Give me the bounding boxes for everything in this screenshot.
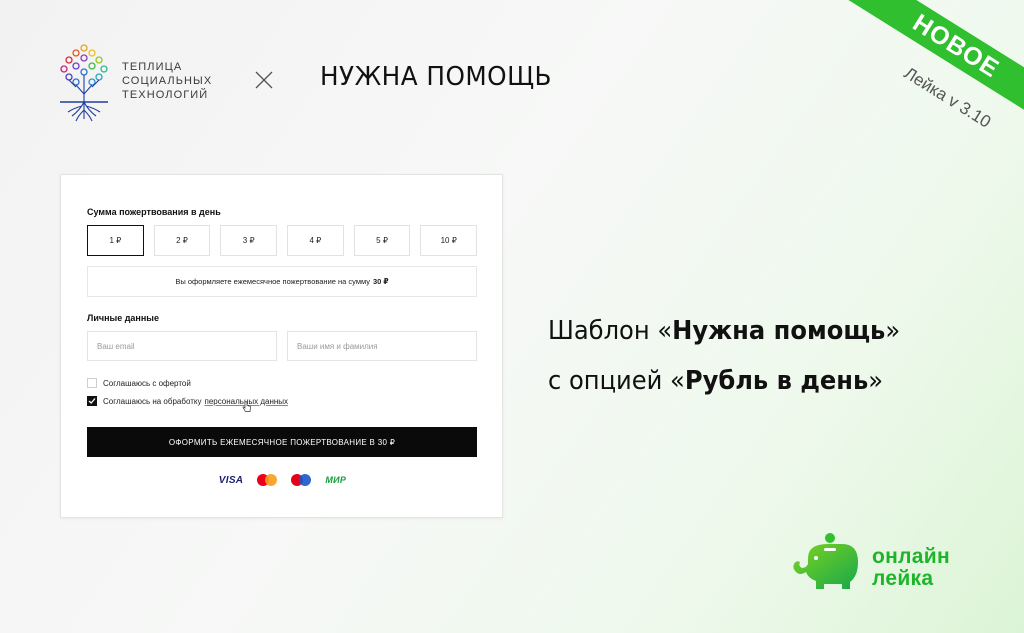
piggy-elephant-logo-icon — [793, 533, 858, 589]
visa-icon: VISA — [218, 474, 244, 486]
personal-checkbox[interactable] — [87, 396, 97, 406]
online-leyka-wordmark: онлайн лейка — [872, 546, 950, 590]
mir-icon: МИР — [325, 475, 347, 485]
headline-text: Шаблон « — [548, 316, 673, 346]
donation-form-card: Сумма пожертвования в день 1 ₽ 2 ₽ 3 ₽ 4… — [60, 174, 503, 518]
teplica-line: ТЕХНОЛОГИЙ — [122, 89, 209, 101]
checkmark-icon — [88, 398, 96, 404]
new-ribbon: НОВОЕ Лейка v 3.10 — [764, 0, 1024, 190]
amount-option-3[interactable]: 3 ₽ — [220, 225, 278, 256]
ribbon-label: НОВОЕ — [827, 0, 1024, 136]
teplica-wordmark: ТЕПЛИЦА СОЦИАЛЬНЫХ ТЕХНОЛОГИЙ — [122, 60, 212, 102]
teplica-line: ТЕПЛИЦА — [122, 61, 183, 73]
hand-cursor-icon — [242, 401, 251, 412]
mastercard-icon — [257, 474, 278, 486]
headline-text: » — [885, 316, 901, 346]
summary-text: Вы оформляете ежемесячное пожертвование … — [175, 277, 370, 286]
offer-consent-label: Соглашаюсь с офертой — [103, 378, 191, 388]
personal-consent-row[interactable]: Соглашаюсь на обработку персональных дан… — [87, 396, 288, 406]
offer-checkbox[interactable] — [87, 378, 97, 388]
amount-option-4[interactable]: 4 ₽ — [287, 225, 344, 256]
amount-options: 1 ₽ 2 ₽ 3 ₽ 4 ₽ 5 ₽ 10 ₽ — [87, 225, 478, 256]
headline-line-2: с опцией «Рубль в день» — [548, 356, 900, 406]
amount-option-10[interactable]: 10 ₽ — [420, 225, 478, 256]
headline-line-1: Шаблон «Нужна помощь» — [548, 306, 900, 356]
headline-bold: Рубль в день — [684, 366, 869, 396]
amount-section-label: Сумма пожертвования в день — [87, 207, 221, 217]
amount-option-1[interactable]: 1 ₽ — [87, 225, 144, 256]
summary-amount: 30 ₽ — [372, 277, 389, 286]
personal-consent-label: Соглашаюсь на обработку — [103, 396, 202, 406]
payment-methods: VISA МИР — [61, 474, 504, 486]
headline-text: с опцией « — [548, 366, 685, 396]
cross-separator-icon — [255, 71, 273, 89]
amount-option-5[interactable]: 5 ₽ — [353, 225, 411, 256]
brand-line: онлайн — [872, 545, 950, 568]
headline: Шаблон «Нужна помощь» с опцией «Рубль в … — [548, 306, 900, 406]
version-label: Лейка v 3.10 — [900, 63, 994, 132]
teplica-line: СОЦИАЛЬНЫХ — [122, 75, 213, 87]
email-field[interactable] — [87, 331, 277, 361]
offer-consent-row[interactable]: Соглашаюсь с офертой — [87, 378, 191, 388]
name-field[interactable] — [287, 331, 477, 361]
headline-text: » — [868, 366, 884, 396]
donation-summary: Вы оформляете ежемесячное пожертвование … — [87, 266, 477, 297]
teplica-tree-logo-icon — [60, 44, 108, 122]
brand-line: лейка — [872, 567, 934, 590]
maestro-icon — [291, 474, 312, 486]
amount-option-2[interactable]: 2 ₽ — [153, 225, 211, 256]
personal-section-label: Личные данные — [87, 313, 159, 323]
submit-donation-button[interactable]: ОФОРМИТЬ ЕЖЕМЕСЯЧНОЕ ПОЖЕРТВОВАНИЕ В 30 … — [87, 427, 477, 457]
partner-logo-title: НУЖНА ПОМОЩЬ — [320, 62, 552, 92]
headline-bold: Нужна помощь — [672, 316, 886, 346]
